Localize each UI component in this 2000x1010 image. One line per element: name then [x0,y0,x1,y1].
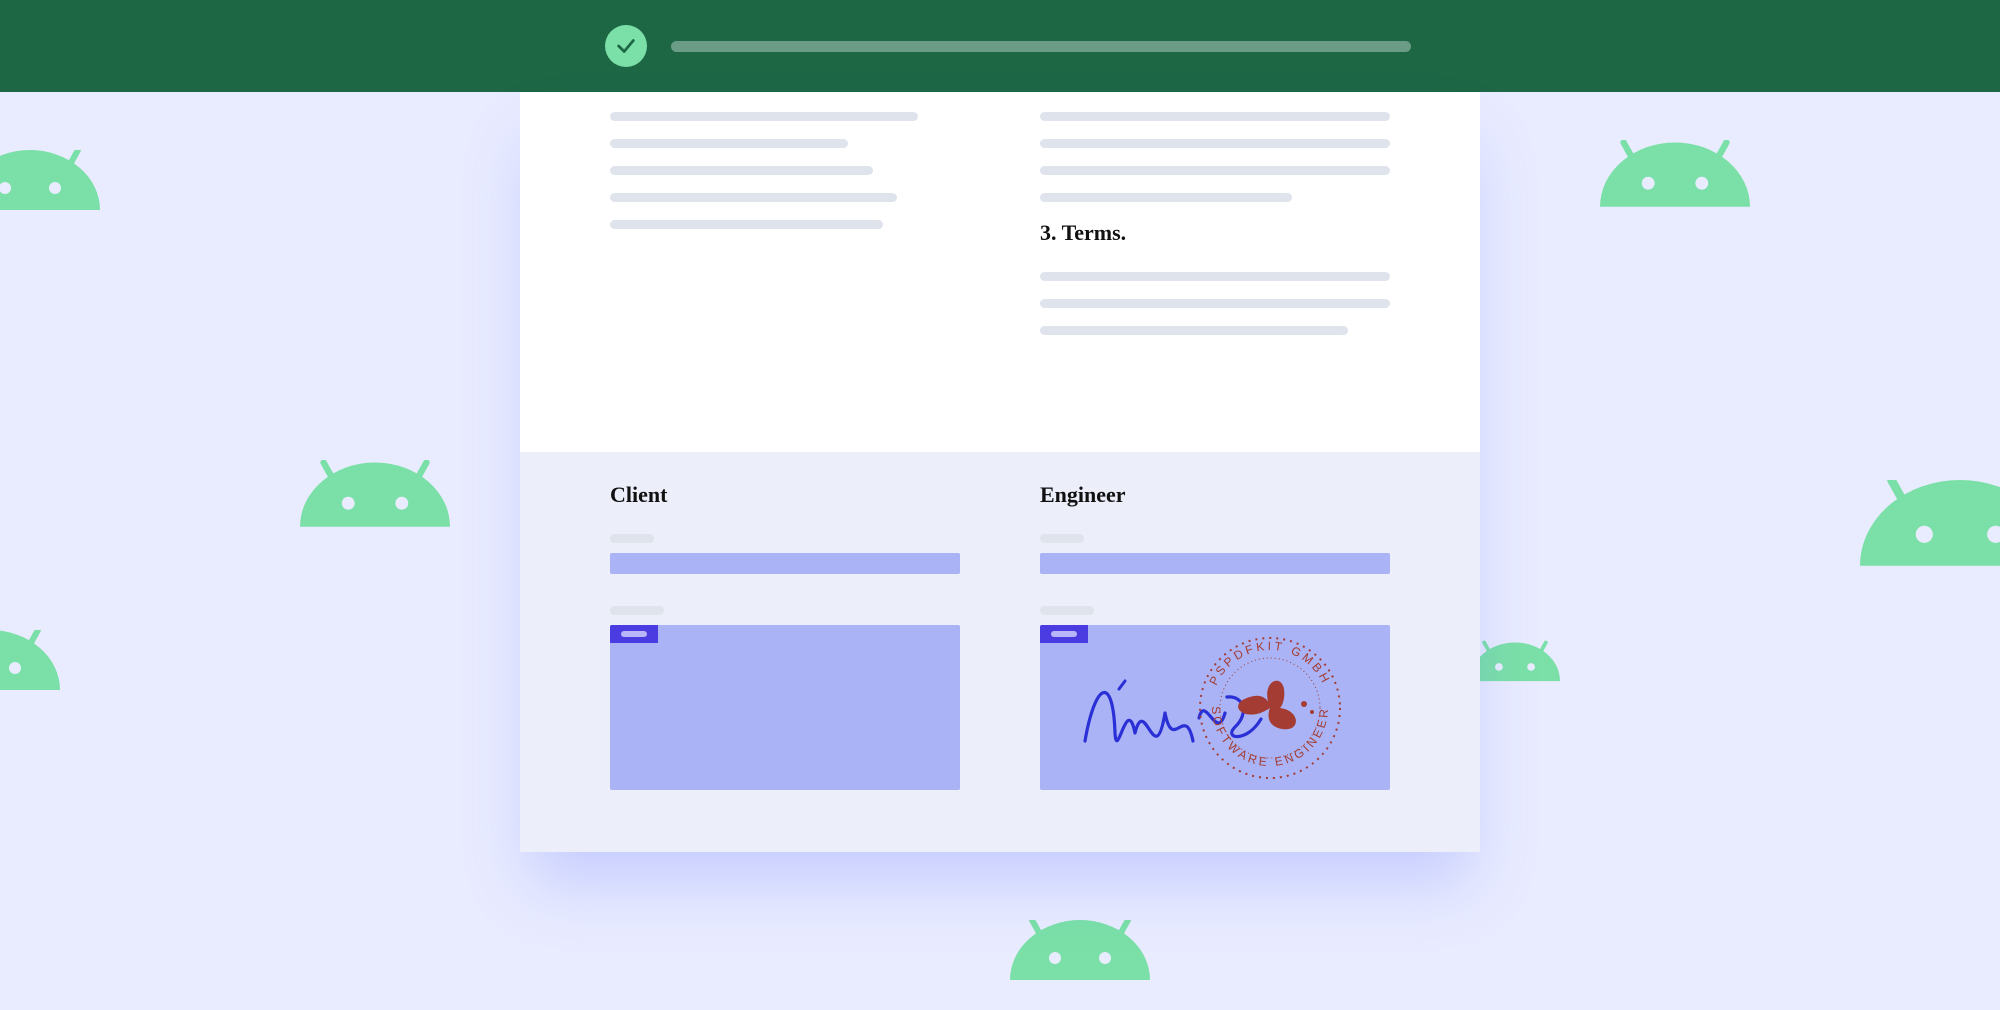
document-page: 3. Terms. Client Engineer [520,92,1480,852]
text-placeholder [1040,193,1292,202]
engineer-signature-field[interactable]: PSPDFKIT GMBH SOFTWARE ENGINEER [1040,625,1390,790]
engineer-heading: Engineer [1040,482,1390,508]
android-bg-icon [0,150,140,240]
section-heading-terms: 3. Terms. [1040,220,1390,246]
signature-handwriting-icon [1085,681,1261,741]
text-placeholder [610,193,897,202]
signature-area: Client Engineer [520,452,1480,852]
doc-right-column: 3. Terms. [1040,112,1390,353]
client-name-field[interactable] [610,553,960,574]
text-placeholder [1040,112,1390,121]
field-label-placeholder [1040,534,1084,543]
signature-tag-icon [610,625,658,643]
client-signature-block: Client [610,482,960,804]
client-heading: Client [610,482,960,508]
android-bg-icon [300,460,450,540]
text-placeholder [610,139,848,148]
svg-text:PSPDFKIT GMBH: PSPDFKIT GMBH [1206,638,1333,686]
client-signature-field[interactable] [610,625,960,790]
android-bg-icon [1600,140,1750,220]
android-bg-icon [1470,620,1560,710]
status-bar [0,0,2000,92]
engineer-signature-content: PSPDFKIT GMBH SOFTWARE ENGINEER [1040,625,1390,790]
text-placeholder [1040,272,1390,281]
android-bg-icon [0,630,100,720]
stamp-top-text: PSPDFKIT GMBH [1206,638,1333,686]
success-check-icon [605,25,647,67]
text-placeholder [1040,166,1390,175]
text-placeholder [1040,139,1390,148]
doc-left-column [610,112,960,353]
text-placeholder [610,112,918,121]
company-stamp-icon: PSPDFKIT GMBH SOFTWARE ENGINEER [1200,638,1340,778]
field-label-placeholder [610,606,664,615]
field-label-placeholder [1040,606,1094,615]
field-label-placeholder [610,534,654,543]
android-bg-icon [1860,480,2000,580]
text-placeholder [610,166,873,175]
text-placeholder [1040,299,1390,308]
android-bg-icon [1010,920,1180,1010]
engineer-name-field[interactable] [1040,553,1390,574]
text-placeholder [1040,326,1348,335]
engineer-signature-block: Engineer [1040,482,1390,804]
progress-bar [671,41,1411,52]
text-placeholder [610,220,883,229]
